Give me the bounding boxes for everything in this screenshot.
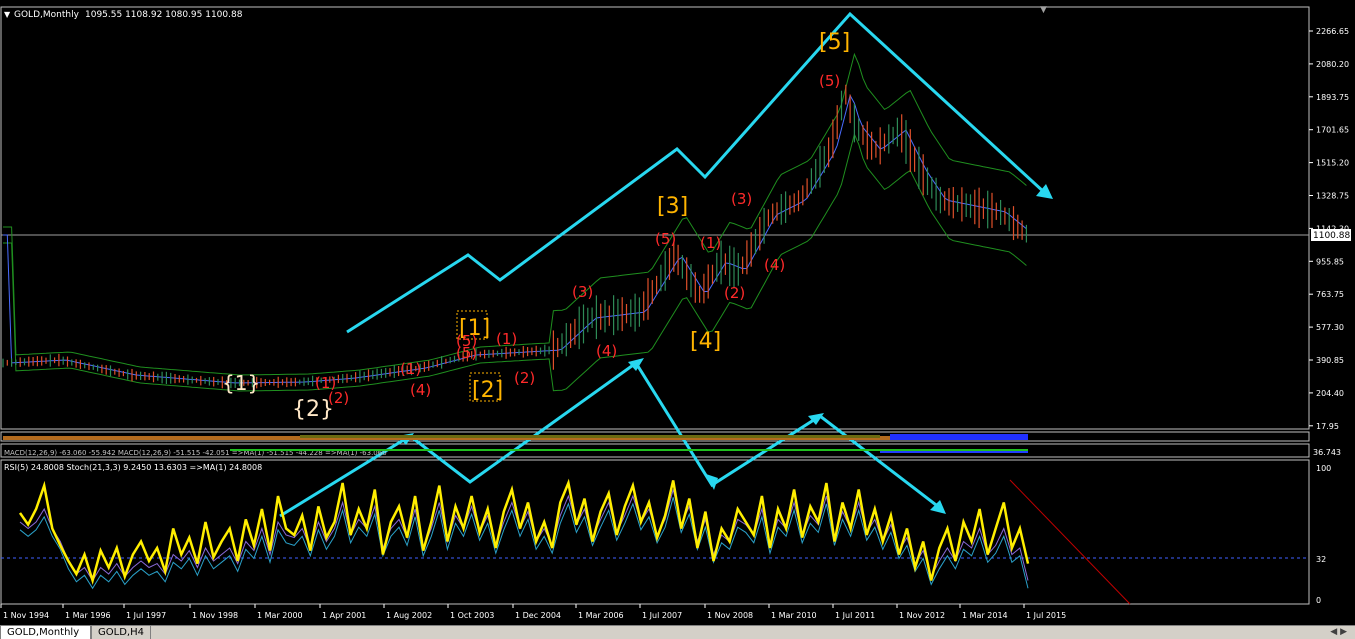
macd-axis-label: 36.743 bbox=[1313, 448, 1341, 457]
price-tick-label: 17.95 bbox=[1316, 422, 1339, 431]
wave-primary-2: [2] bbox=[472, 378, 503, 403]
time-tick-label: 1 Jul 1997 bbox=[126, 611, 166, 620]
price-tick-label: 1515.20 bbox=[1316, 159, 1349, 168]
trend-line bbox=[1009, 479, 1131, 605]
main-pane-frame bbox=[0, 6, 1310, 430]
wave-int-label: (1) bbox=[700, 234, 721, 252]
time-tick-label: 1 Mar 2000 bbox=[257, 611, 303, 620]
rsi-header: RSI(5) 24.8008 Stoch(21,3,3) 9.2450 13.6… bbox=[4, 463, 262, 472]
wave-int-label: (4) bbox=[764, 256, 785, 274]
price-tick-label: 390.85 bbox=[1316, 356, 1344, 365]
tab-scroll-arrows-icon[interactable]: ◀ ▶ bbox=[1330, 627, 1347, 637]
chart-tabs-bar: GOLD,Monthly GOLD,H4 ◀ ▶ bbox=[0, 625, 1355, 639]
price-axis: 2266.65 2080.20 1893.75 1701.65 1515.20 1328.… bbox=[1309, 27, 1349, 431]
wave-primary-5: [5] bbox=[819, 30, 850, 55]
wave-arrows-main bbox=[346, 11, 1047, 334]
rsi-axis-32: 32 bbox=[1316, 555, 1326, 564]
wave-int-label: (2) bbox=[328, 389, 349, 407]
arrow-head-3-icon bbox=[706, 474, 718, 490]
time-tick-label: 1 Mar 2014 bbox=[962, 611, 1008, 620]
rsi-stoch-lines bbox=[18, 478, 1030, 590]
wave-primary-4: [4] bbox=[690, 329, 721, 354]
wave-int-label: (3) bbox=[572, 283, 593, 301]
price-tick-label: 204.40 bbox=[1316, 389, 1344, 398]
time-tick-label: 1 Aug 2002 bbox=[386, 611, 432, 620]
chart-window[interactable]: ▼ GOLD,Monthly 1095.55 1108.92 1080.95 1… bbox=[0, 0, 1355, 625]
price-tick-label: 2080.20 bbox=[1316, 60, 1349, 69]
wave-int-label: (1) bbox=[496, 330, 517, 348]
wave-int-label: (4) bbox=[410, 381, 431, 399]
price-tick-label: 1701.65 bbox=[1316, 126, 1349, 135]
time-axis: 1 Nov 1994 1 Mar 1996 1 Jul 1997 1 Nov 1998… bbox=[0, 604, 1066, 620]
rsi-axis-100: 100 bbox=[1316, 464, 1331, 473]
time-tick-label: 1 Mar 2006 bbox=[578, 611, 624, 620]
price-tick-label: 1328.75 bbox=[1316, 192, 1349, 201]
symbol-title: GOLD,Monthly bbox=[14, 10, 80, 20]
price-tick-label: 763.75 bbox=[1316, 290, 1344, 299]
volume-bars bbox=[3, 434, 1028, 440]
tab-gold-monthly[interactable]: GOLD,Monthly bbox=[0, 626, 91, 639]
wave-int-label: (4) bbox=[596, 342, 617, 360]
chart-canvas[interactable]: ▼ GOLD,Monthly 1095.55 1108.92 1080.95 1… bbox=[0, 0, 1355, 625]
wave-int-label: (1) bbox=[400, 360, 421, 378]
time-tick-label: 1 Apr 2001 bbox=[322, 611, 366, 620]
time-tick-label: 1 Nov 2012 bbox=[899, 611, 945, 620]
wave-intermediate-labels: (1) (2) (3) (4) (5) (1) (4) (5) (1) (2) … bbox=[315, 72, 840, 407]
wave-int-label: (2) bbox=[514, 369, 535, 387]
rsi-axis-0: 0 bbox=[1316, 596, 1321, 605]
scroll-marker-icon: ▼ bbox=[1040, 5, 1047, 15]
ohlc-readout: 1095.55 1108.92 1080.95 1100.88 bbox=[85, 10, 243, 20]
price-tick-label: 2266.65 bbox=[1316, 27, 1349, 36]
price-tick-label: 577.30 bbox=[1316, 323, 1344, 332]
time-tick-label: 1 Jul 2007 bbox=[642, 611, 682, 620]
time-tick-label: 1 Mar 1996 bbox=[65, 611, 111, 620]
time-tick-label: 1 Nov 2008 bbox=[707, 611, 753, 620]
time-tick-label: 1 Nov 1998 bbox=[192, 611, 238, 620]
time-tick-label: 1 Dec 2004 bbox=[515, 611, 561, 620]
time-tick-label: 1 Jul 2015 bbox=[1026, 611, 1066, 620]
time-tick-label: 1 Mar 2010 bbox=[771, 611, 817, 620]
wave-cycle-1: {1} bbox=[222, 371, 260, 395]
time-tick-label: 1 Oct 2003 bbox=[450, 611, 494, 620]
wave-int-label: (5) bbox=[655, 230, 676, 248]
time-tick-label: 1 Nov 1994 bbox=[3, 611, 49, 620]
band-upper bbox=[3, 52, 1027, 376]
wave-int-label: (2) bbox=[724, 284, 745, 302]
rsi-line bbox=[18, 478, 1030, 585]
arrow-head-2-icon bbox=[628, 358, 644, 371]
impulse-arrow-path bbox=[346, 11, 1047, 334]
wave-primary-3: [3] bbox=[657, 194, 688, 219]
collapse-arrow-icon[interactable]: ▼ bbox=[4, 10, 11, 19]
wave-int-label: (5) bbox=[819, 72, 840, 90]
price-tick-label: 1893.75 bbox=[1316, 93, 1349, 102]
tab-gold-h4[interactable]: GOLD,H4 bbox=[91, 626, 151, 639]
wave-int-label: (3) bbox=[731, 190, 752, 208]
time-tick-label: 1 Jul 2011 bbox=[835, 611, 875, 620]
wave-int-label: (5) bbox=[456, 332, 477, 350]
current-price-label: 1100.88 bbox=[1313, 231, 1350, 241]
price-tick-label: 955.85 bbox=[1316, 257, 1344, 266]
